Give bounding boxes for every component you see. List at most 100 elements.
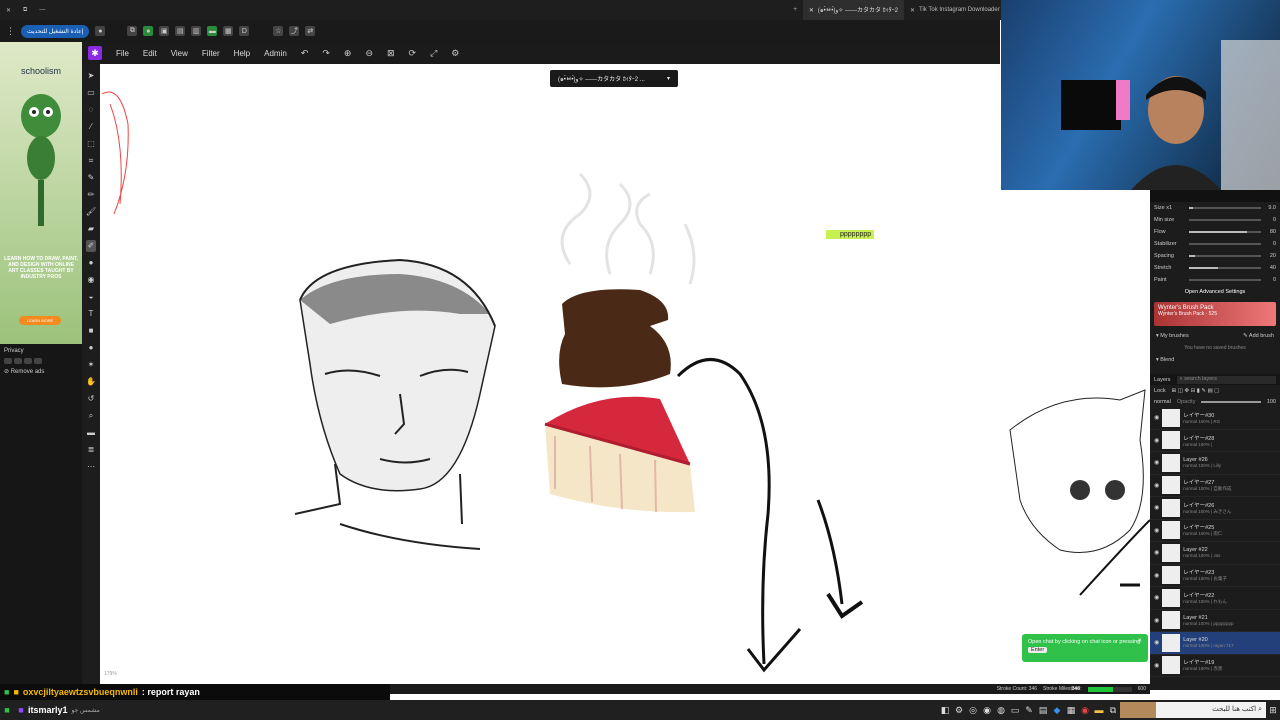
active-brush-icon[interactable]: ✐: [86, 240, 96, 252]
taskbar-app-icon[interactable]: ◆: [1050, 705, 1064, 716]
chat-hint-popup[interactable]: Open chat by clicking on chat icon or pr…: [1022, 634, 1148, 662]
zoom-tool-icon[interactable]: ⌕: [86, 410, 96, 422]
layer-blend-select[interactable]: normal: [1154, 399, 1171, 405]
menu-help[interactable]: Help: [234, 49, 250, 58]
rotate-view-icon[interactable]: ↺: [86, 393, 96, 405]
menu-edit[interactable]: Edit: [143, 49, 157, 58]
eye-icon[interactable]: ◉: [1154, 527, 1159, 534]
menu-filter[interactable]: Filter: [202, 49, 220, 58]
menu-admin[interactable]: Admin: [264, 49, 287, 58]
layer-row[interactable]: ◉ Layer #22 normal 100% | Jas: [1150, 542, 1280, 565]
fit-icon[interactable]: ⊠: [387, 48, 395, 59]
eye-icon[interactable]: ◉: [1154, 617, 1159, 624]
tab-tiktok[interactable]: ✕ Tik Tok Instagram Downloader: [904, 0, 1000, 20]
text-tool-icon[interactable]: T: [86, 308, 96, 320]
eye-icon[interactable]: ◉: [1154, 662, 1159, 669]
close-window-icon[interactable]: ✕: [0, 0, 17, 20]
slider-min-size[interactable]: Min size 0: [1150, 214, 1280, 226]
account-icon[interactable]: ●: [95, 26, 106, 36]
layer-row[interactable]: ◉ Layer #26 normal 100% | Lilly: [1150, 452, 1280, 475]
filter-icon[interactable]: ≣: [86, 444, 96, 456]
layer-row[interactable]: ◉ レイヤー#25 normal 100% | 雨仁: [1150, 520, 1280, 542]
translate-icon[interactable]: ⇄: [305, 26, 316, 36]
more-tools-icon[interactable]: ⋯: [86, 461, 96, 473]
zoom-in-icon[interactable]: ⊕: [344, 48, 352, 59]
new-tab-icon[interactable]: +: [787, 0, 803, 20]
taskbar-search[interactable]: اكتب هنا للبحث ⌕: [1156, 702, 1266, 718]
star-shape-icon[interactable]: ✶: [86, 359, 96, 371]
taskbar-app-icon[interactable]: ◎: [966, 705, 980, 716]
add-brush-button[interactable]: ✎ Add brush: [1243, 333, 1274, 339]
extension-icon[interactable]: ⧉: [127, 26, 138, 36]
chrome-icon[interactable]: ◉: [1078, 705, 1092, 716]
star-icon[interactable]: ☆: [273, 26, 284, 36]
taskbar-app-icon[interactable]: ◉: [980, 705, 994, 716]
my-brushes-toggle[interactable]: ▾ My brushes: [1156, 333, 1189, 339]
smudge-icon[interactable]: ●: [86, 257, 96, 269]
extension-icon[interactable]: ▬: [207, 26, 218, 36]
blend-toggle[interactable]: ▾ Blend: [1150, 354, 1280, 366]
menu-file[interactable]: File: [116, 49, 129, 58]
layer-row[interactable]: ◉ レイヤー#30 normal 100% | RG: [1150, 407, 1280, 430]
remove-ads-link[interactable]: ⊘ Remove ads: [4, 368, 78, 375]
eye-icon[interactable]: ◉: [1154, 482, 1159, 489]
document-selector[interactable]: (๑•̀ㅂ•́)و✧ ——カタカタ ｶｨﾀｰ2 ... ▾: [550, 70, 678, 87]
eye-icon[interactable]: ◉: [1154, 639, 1159, 646]
eye-icon[interactable]: ◉: [1154, 437, 1159, 444]
eyedropper-icon[interactable]: ✎: [86, 172, 96, 184]
eraser-icon[interactable]: ▰: [86, 223, 96, 235]
eye-icon[interactable]: ◉: [1154, 414, 1159, 421]
share-icon[interactable]: ⤴: [289, 26, 300, 36]
eye-icon[interactable]: ◉: [1154, 549, 1159, 556]
advanced-settings-button[interactable]: Open Advanced Settings: [1150, 286, 1280, 298]
move-tool-icon[interactable]: ➤: [86, 70, 96, 82]
layer-row[interactable]: ◉ Layer #20 normal 100% | rayan 717: [1150, 632, 1280, 655]
brush-pack-banner[interactable]: Wynter's Brush Pack Wynter's Brush Pack …: [1154, 302, 1276, 326]
magic-wand-icon[interactable]: ⁄: [86, 121, 96, 133]
layer-row[interactable]: ◉ レイヤー#28 normal 100% |: [1150, 430, 1280, 452]
zoom-out-icon[interactable]: ⊖: [365, 48, 373, 59]
extension-icon[interactable]: ▤: [175, 26, 186, 36]
eye-icon[interactable]: ◉: [1154, 572, 1159, 579]
folder-icon[interactable]: ▬: [1092, 705, 1106, 715]
taskbar-app-icon[interactable]: ▦: [1064, 705, 1078, 716]
tab-drawing[interactable]: ✕ (๑•̀ㅂ•́)و✧ ——カタカタ ｶｨﾀｰ2: [802, 0, 904, 20]
gradient-icon[interactable]: ◒: [86, 291, 96, 303]
color-bar[interactable]: [1150, 190, 1280, 202]
brush-icon[interactable]: 🖌: [86, 206, 96, 218]
windows-start-icon[interactable]: ⊞: [1266, 705, 1280, 716]
layer-row[interactable]: ◉ レイヤー#27 normal 100% | 自動作成: [1150, 475, 1280, 497]
layer-row[interactable]: ◉ レイヤー#26 normal 100% | みきさん: [1150, 497, 1280, 520]
settings-icon[interactable]: ⚙: [451, 48, 459, 59]
menu-dots-icon[interactable]: ⋮: [6, 26, 15, 37]
fill-icon[interactable]: ◉: [86, 274, 96, 286]
layer-row[interactable]: ◉ Layer #21 normal 100% | pppppppp: [1150, 610, 1280, 632]
privacy-label[interactable]: Privacy: [4, 348, 78, 354]
eye-icon[interactable]: ◉: [1154, 459, 1159, 466]
slider-stabilizer[interactable]: Stabilizer 0: [1150, 238, 1280, 250]
eye-icon[interactable]: ◉: [1154, 504, 1159, 511]
taskbar-app-icon[interactable]: ◧: [938, 705, 952, 716]
layer-row[interactable]: ◉ レイヤー#19 normal 100% | 赤黒: [1150, 655, 1280, 677]
ad-learn-more-button[interactable]: LEARN MORE: [19, 316, 61, 325]
slider-size[interactable]: Size x1 9.0: [1150, 202, 1280, 214]
menu-view[interactable]: View: [171, 49, 188, 58]
crop-icon[interactable]: ⌗: [86, 155, 96, 167]
extension-icon[interactable]: ●: [143, 26, 154, 36]
slider-paint[interactable]: Paint 0: [1150, 274, 1280, 286]
pencil-icon[interactable]: ✏: [86, 189, 96, 201]
app-logo-icon[interactable]: ✱: [88, 46, 102, 60]
layer-row[interactable]: ◉ レイヤー#23 normal 100% | お菓子: [1150, 565, 1280, 587]
fullscreen-icon[interactable]: ⤢: [430, 48, 437, 59]
extension-icon[interactable]: ▦: [223, 26, 234, 36]
taskbar-app-icon[interactable]: ◍: [994, 705, 1008, 716]
taskbar-app-icon[interactable]: ▤: [1036, 705, 1050, 716]
update-button[interactable]: إعادة التشغيل للتحديث: [21, 24, 90, 38]
undo-icon[interactable]: ↶: [301, 48, 309, 59]
transform-icon[interactable]: ⬚: [86, 138, 96, 150]
slider-stretch[interactable]: Stretch 40: [1150, 262, 1280, 274]
tab-close-icon[interactable]: ✕: [910, 7, 915, 14]
select-rect-icon[interactable]: ▭: [86, 87, 96, 99]
shape-icon[interactable]: ■: [86, 325, 96, 337]
rotate-icon[interactable]: ⟳: [409, 48, 417, 59]
